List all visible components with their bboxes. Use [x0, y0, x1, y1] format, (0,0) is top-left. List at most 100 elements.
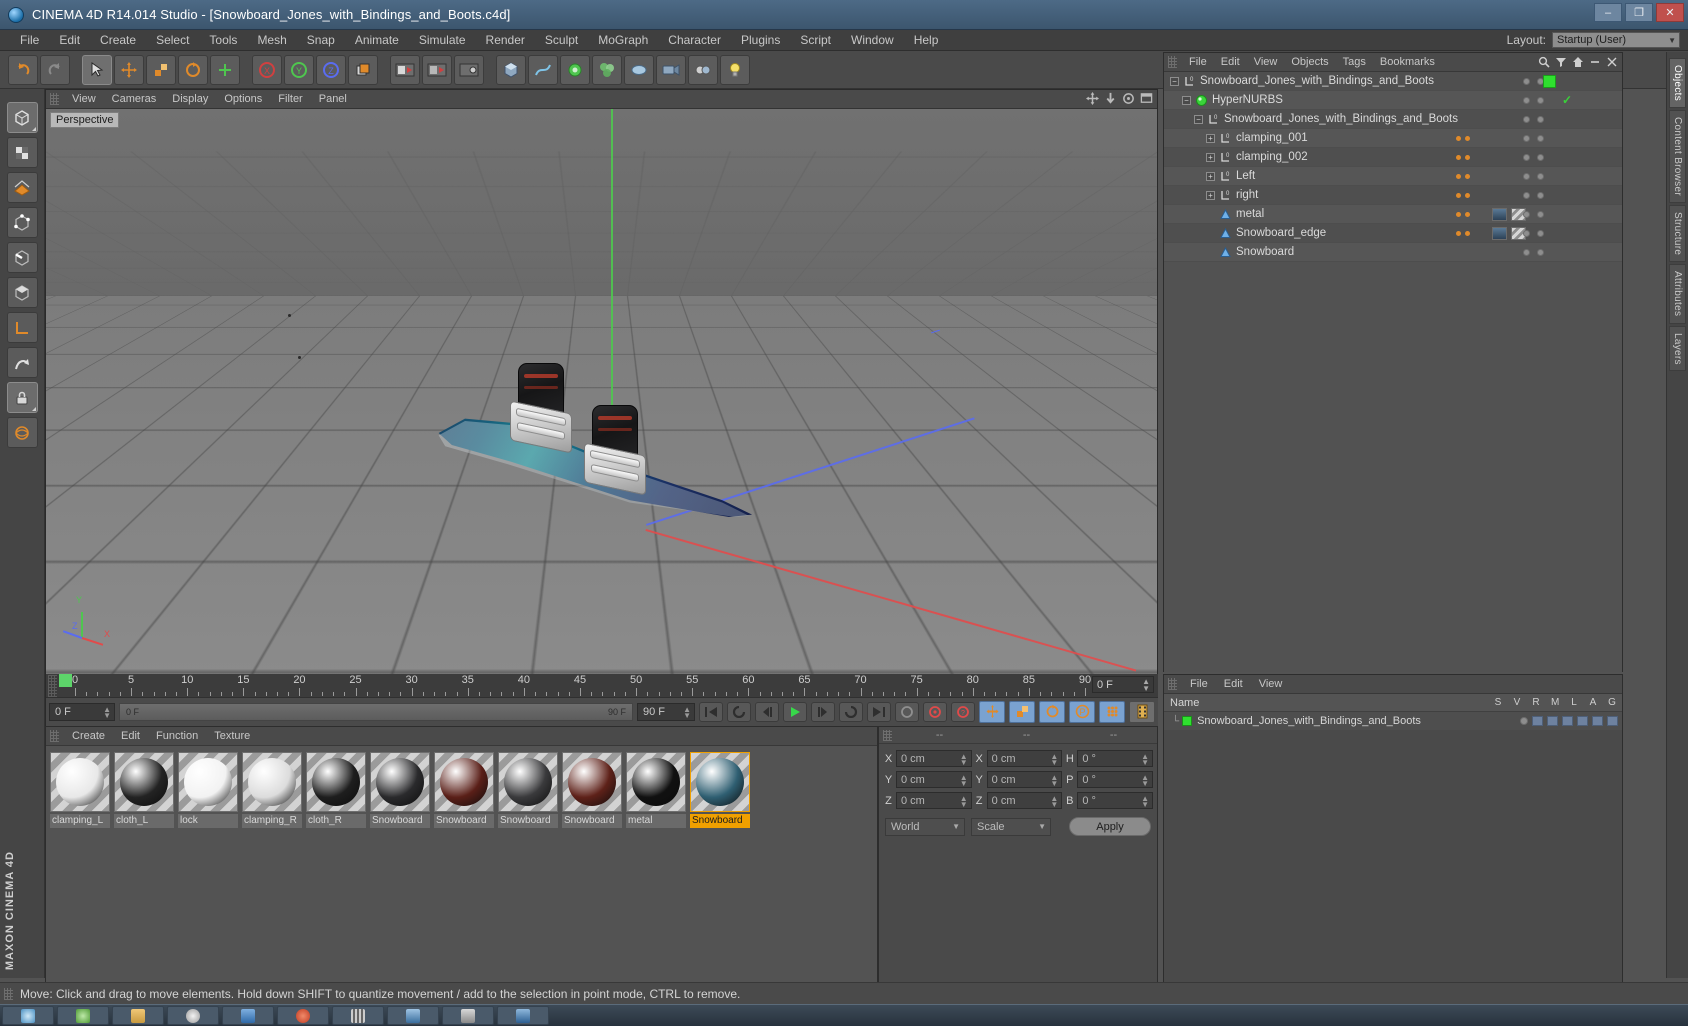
- add-generator-button[interactable]: [560, 54, 590, 85]
- render-region-button[interactable]: [422, 54, 452, 85]
- layer-generators-icon[interactable]: [1607, 716, 1618, 726]
- position-x-input[interactable]: 0 cm ▲ ▼: [896, 750, 972, 767]
- material-item[interactable]: clamping_L: [50, 752, 110, 828]
- collapse-icon[interactable]: [1589, 56, 1601, 68]
- expander-toggle-icon[interactable]: −: [1194, 114, 1203, 124]
- current-frame-input[interactable]: 0 F ▲ ▼: [49, 702, 115, 721]
- scale-tool-button[interactable]: [146, 54, 176, 85]
- maximize-button[interactable]: ❐: [1625, 3, 1653, 22]
- timeline-frame-display[interactable]: 0 F ▲ ▼: [1092, 676, 1154, 693]
- menu-mesh[interactable]: Mesh: [247, 31, 296, 49]
- material-item[interactable]: cloth_L: [114, 752, 174, 828]
- object-menu-view[interactable]: View: [1247, 55, 1285, 69]
- expander-toggle-icon[interactable]: +: [1206, 152, 1215, 162]
- object-row[interactable]: − 0 Snowboard_Jones_with_Bindings_and_Boot…: [1164, 110, 1622, 129]
- tab-objects[interactable]: Objects: [1669, 58, 1686, 109]
- object-menu-bookmarks[interactable]: Bookmarks: [1373, 55, 1442, 69]
- layout-select[interactable]: Startup (User) ▼: [1552, 32, 1680, 48]
- visibility-dot[interactable]: [1523, 248, 1530, 256]
- spinner-icon[interactable]: ▲ ▼: [1050, 753, 1058, 767]
- parameter-key-button[interactable]: P: [1069, 700, 1095, 723]
- expander-toggle-icon[interactable]: +: [1206, 133, 1215, 143]
- filter-icon[interactable]: [1555, 56, 1567, 68]
- viewport-menu-options[interactable]: Options: [216, 92, 270, 106]
- live-selection-tool-button[interactable]: [82, 54, 112, 85]
- object-row[interactable]: metal: [1164, 205, 1622, 224]
- menu-script[interactable]: Script: [790, 31, 841, 49]
- undo-button[interactable]: [8, 54, 38, 85]
- material-thumbnail[interactable]: [50, 752, 110, 812]
- visibility-dot[interactable]: [1537, 172, 1544, 180]
- object-menu-file[interactable]: File: [1182, 55, 1214, 69]
- menu-tools[interactable]: Tools: [199, 31, 247, 49]
- model-mode-button[interactable]: [6, 102, 38, 133]
- menu-sculpt[interactable]: Sculpt: [535, 31, 588, 49]
- layer-solo-dot[interactable]: [1520, 717, 1528, 725]
- layer-menu-view[interactable]: View: [1251, 677, 1291, 691]
- object-row[interactable]: Snowboard: [1164, 243, 1622, 262]
- size-y-input[interactable]: 0 cm ▲ ▼: [986, 771, 1063, 788]
- position-z-input[interactable]: 0 cm ▲ ▼: [896, 792, 972, 809]
- rotation-h-input[interactable]: 0 ° ▲ ▼: [1077, 750, 1154, 767]
- panel-grip-icon[interactable]: [1168, 56, 1177, 68]
- expander-toggle-icon[interactable]: −: [1182, 95, 1191, 105]
- layer-animation-icon[interactable]: [1592, 716, 1603, 726]
- taskbar-item-8[interactable]: [387, 1006, 439, 1025]
- size-x-input[interactable]: 0 cm ▲ ▼: [986, 750, 1063, 767]
- add-camera-button[interactable]: [656, 54, 686, 85]
- menu-character[interactable]: Character: [658, 31, 731, 49]
- taskbar-item-7[interactable]: [332, 1006, 384, 1025]
- material-thumbnail[interactable]: [562, 752, 622, 812]
- add-sky-button[interactable]: [688, 54, 718, 85]
- spinner-icon[interactable]: ▲ ▼: [960, 753, 968, 767]
- add-deformer-button[interactable]: [592, 54, 622, 85]
- viewport-menu-display[interactable]: Display: [164, 92, 216, 106]
- material-menu-edit[interactable]: Edit: [113, 729, 148, 743]
- menu-simulate[interactable]: Simulate: [409, 31, 476, 49]
- tab-structure[interactable]: Structure: [1669, 205, 1686, 263]
- layer-color-indicator[interactable]: [1543, 74, 1556, 88]
- timeline-filmstrip-button[interactable]: [1129, 700, 1155, 723]
- lock-y-axis-button[interactable]: Y: [284, 54, 314, 85]
- tab-content-browser[interactable]: Content Browser: [1669, 110, 1686, 203]
- visibility-dot[interactable]: [1537, 134, 1544, 142]
- layer-color-swatch[interactable]: [1182, 716, 1193, 726]
- position-y-input[interactable]: 0 cm ▲ ▼: [896, 771, 972, 788]
- viewport-menu-cameras[interactable]: Cameras: [104, 92, 165, 106]
- texture-tag-icon[interactable]: [1492, 207, 1507, 221]
- move-tool-button[interactable]: [114, 54, 144, 85]
- material-thumbnail[interactable]: [306, 752, 366, 812]
- viewport-menu-view[interactable]: View: [64, 92, 104, 106]
- layer-view-icon[interactable]: [1532, 716, 1543, 726]
- rotation-key-button[interactable]: [1039, 700, 1065, 723]
- taskbar-item-3[interactable]: [112, 1006, 164, 1025]
- expander-toggle-icon[interactable]: +: [1206, 171, 1215, 181]
- polygons-mode-button[interactable]: [6, 277, 38, 308]
- material-item[interactable]: Snowboard: [434, 752, 494, 828]
- workplane-button[interactable]: [6, 417, 38, 448]
- taskbar-item-10[interactable]: [497, 1006, 549, 1025]
- visibility-dot[interactable]: [1537, 248, 1544, 256]
- record-active-objects-button[interactable]: [895, 701, 919, 722]
- spinner-icon[interactable]: ▲ ▼: [1050, 774, 1058, 788]
- add-scene-object-button[interactable]: [624, 54, 654, 85]
- tab-layers[interactable]: Layers: [1669, 325, 1686, 372]
- add-spline-button[interactable]: [528, 54, 558, 85]
- maximize-viewport-icon[interactable]: [1140, 92, 1153, 105]
- timeline-track[interactable]: 0 5 10 15 20 25 30 35 40 45 50 55 60 65 70 75 80 85 90: [59, 674, 1158, 698]
- material-thumbnail[interactable]: [370, 752, 430, 812]
- material-item[interactable]: cloth_R: [306, 752, 366, 828]
- panel-grip-icon[interactable]: [1168, 678, 1177, 690]
- previous-frame-button[interactable]: [755, 701, 779, 722]
- menu-create[interactable]: Create: [90, 31, 146, 49]
- apply-button[interactable]: Apply: [1069, 817, 1151, 836]
- lock-x-axis-button[interactable]: X: [252, 54, 282, 85]
- texture-tag-icon[interactable]: [1492, 226, 1507, 240]
- menu-mograph[interactable]: MoGraph: [588, 31, 658, 49]
- rotation-b-input[interactable]: 0 ° ▲ ▼: [1077, 792, 1154, 809]
- material-item[interactable]: Snowboard: [562, 752, 622, 828]
- rotate-view-icon[interactable]: [1122, 92, 1135, 105]
- viewport-menu-panel[interactable]: Panel: [311, 92, 355, 106]
- material-thumbnail[interactable]: [434, 752, 494, 812]
- search-icon[interactable]: [1538, 56, 1550, 68]
